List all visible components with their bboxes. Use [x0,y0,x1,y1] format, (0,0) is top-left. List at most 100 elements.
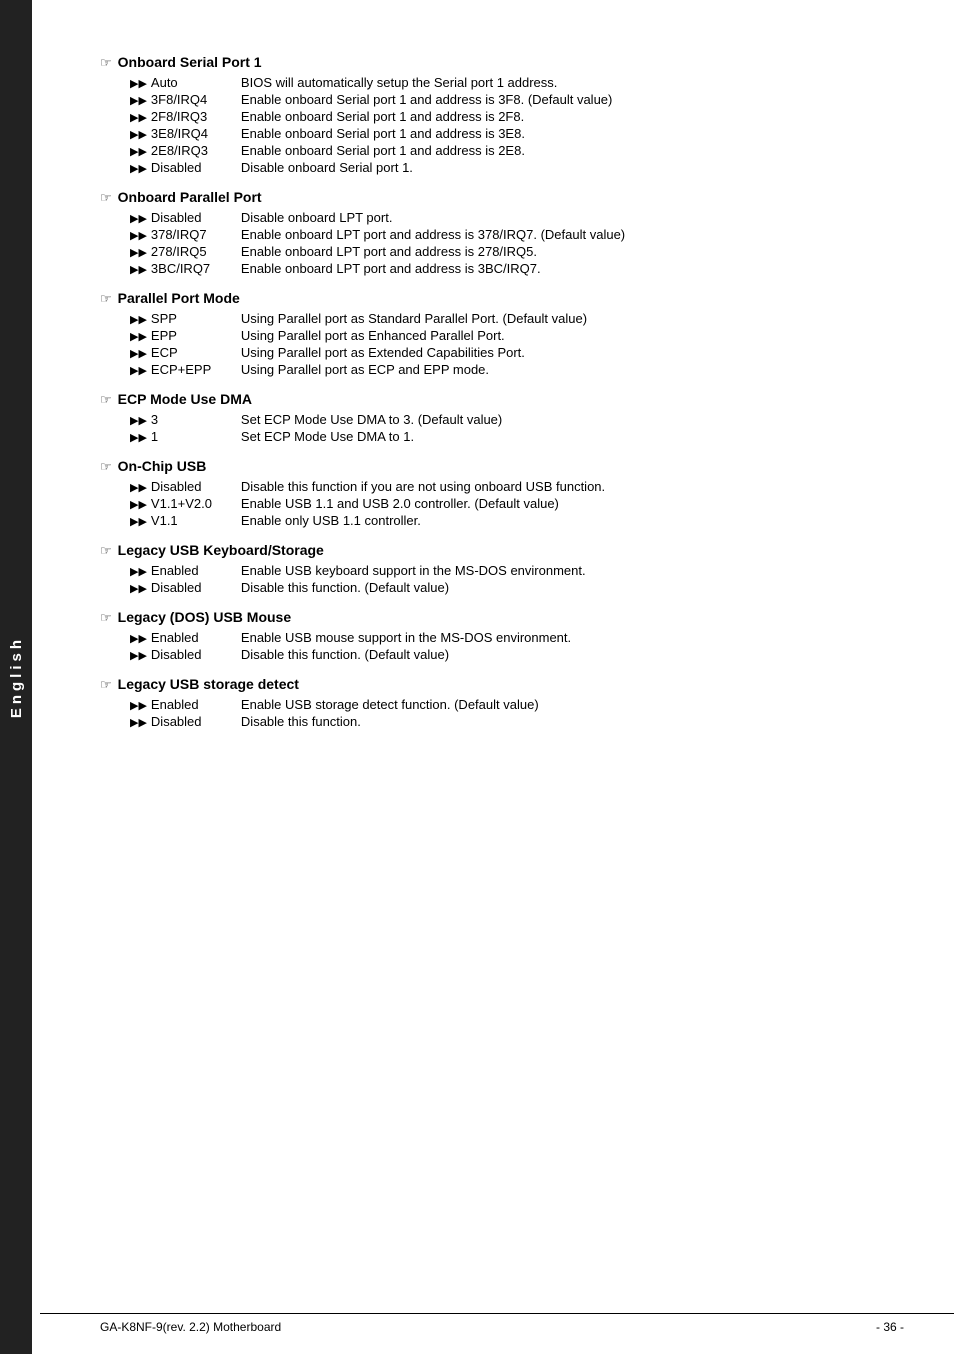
item-desc: Using Parallel port as Extended Capabili… [241,345,904,360]
section-header-legacy-usb-keyboard-storage: ☞Legacy USB Keyboard/Storage [100,542,904,559]
item-row: ▶▶EnabledEnable USB keyboard support in … [100,563,904,578]
item-bullet-icon: ▶▶ [130,582,147,595]
footer-right: - 36 - [876,1320,904,1334]
section-header-legacy-usb-storage-detect: ☞Legacy USB storage detect [100,676,904,693]
item-desc: Enable only USB 1.1 controller. [241,513,904,528]
item-bullet-icon: ▶▶ [130,313,147,326]
item-key: SPP [151,311,241,326]
item-key: Disabled [151,160,241,175]
section-title-ecp-mode-use-dma: ECP Mode Use DMA [118,391,252,407]
item-bullet-icon: ▶▶ [130,330,147,343]
item-bullet-icon: ▶▶ [130,515,147,528]
section-title-onboard-serial-port-1: Onboard Serial Port 1 [118,54,262,70]
item-row: ▶▶ AutoBIOS will automatically setup the … [100,75,904,90]
item-bullet-icon: ▶▶ [130,212,147,225]
item-bullet-icon: ▶▶ [130,498,147,511]
section-header-ecp-mode-use-dma: ☞ ECP Mode Use DMA [100,391,904,408]
item-bullet-icon: ▶▶ [130,128,147,141]
section-icon-ecp-mode-use-dma: ☞ [100,392,112,408]
item-bullet-icon: ▶▶ [130,649,147,662]
item-bullet-icon: ▶▶ [130,263,147,276]
side-tab: English [0,0,32,1354]
item-key: 3 [151,412,241,427]
item-bullet-icon: ▶▶ [130,229,147,242]
item-row: ▶▶V1.1Enable only USB 1.1 controller. [100,513,904,528]
item-key: ECP [151,345,241,360]
item-desc: Enable onboard LPT port and address is 2… [241,244,904,259]
item-desc: Set ECP Mode Use DMA to 3. (Default valu… [241,412,904,427]
item-desc: Disable onboard LPT port. [241,210,904,225]
item-row: ▶▶ V1.1+V2.0Enable USB 1.1 and USB 2.0 co… [100,496,904,511]
item-key: Auto [151,75,241,90]
section-header-parallel-port-mode: ☞ Parallel Port Mode [100,290,904,307]
item-key: Disabled [151,580,241,595]
item-bullet-icon: ▶▶ [130,364,147,377]
item-bullet-icon: ▶▶ [130,565,147,578]
item-desc: Using Parallel port as ECP and EPP mode. [241,362,904,377]
item-key: V1.1+V2.0 [151,496,241,511]
item-desc: Disable this function. [241,714,904,729]
item-desc: Disable this function if you are not usi… [241,479,904,494]
item-row: ▶▶ECPUsing Parallel port as Extended Cap… [100,345,904,360]
item-row: ▶▶ ECP+EPPUsing Parallel port as ECP and … [100,362,904,377]
item-desc: Enable USB 1.1 and USB 2.0 controller. (… [241,496,904,511]
item-bullet-icon: ▶▶ [130,414,147,427]
item-key: 3BC/IRQ7 [151,261,241,276]
side-tab-label: English [8,636,25,718]
item-desc: Disable this function. (Default value) [241,647,904,662]
item-row: ▶▶DisabledDisable this function. (Defaul… [100,647,904,662]
item-desc: BIOS will automatically setup the Serial… [241,75,904,90]
item-row: ▶▶3F8/IRQ4Enable onboard Serial port 1 a… [100,92,904,107]
item-row: ▶▶1Set ECP Mode Use DMA to 1. [100,429,904,444]
item-bullet-icon: ▶▶ [130,111,147,124]
item-bullet-icon: ▶▶ [130,716,147,729]
item-key: Disabled [151,479,241,494]
item-desc: Enable onboard Serial port 1 and address… [241,126,904,141]
item-key: Disabled [151,714,241,729]
section-title-parallel-port-mode: Parallel Port Mode [118,290,240,306]
item-row: ▶▶3BC/IRQ7Enable onboard LPT port and ad… [100,261,904,276]
item-key: 3F8/IRQ4 [151,92,241,107]
item-row: ▶▶EnabledEnable USB mouse support in the… [100,630,904,645]
section-header-on-chip-usb: ☞On-Chip USB [100,458,904,475]
section-header-onboard-serial-port-1: ☞Onboard Serial Port 1 [100,54,904,71]
item-desc: Using Parallel port as Standard Parallel… [241,311,904,326]
item-key: 278/IRQ5 [151,244,241,259]
section-icon-on-chip-usb: ☞ [100,459,112,475]
item-desc: Enable USB keyboard support in the MS-DO… [241,563,904,578]
item-bullet-icon: ▶▶ [130,77,147,90]
item-desc: Enable onboard LPT port and address is 3… [241,227,904,242]
section-icon-parallel-port-mode: ☞ [100,291,112,307]
item-key: 378/IRQ7 [151,227,241,242]
item-key: EPP [151,328,241,343]
item-key: 3E8/IRQ4 [151,126,241,141]
section-icon-legacy-dos-usb-mouse: ☞ [100,610,112,626]
item-desc: Enable onboard Serial port 1 and address… [241,143,904,158]
item-bullet-icon: ▶▶ [130,481,147,494]
item-row: ▶▶ 378/IRQ7Enable onboard LPT port and ad… [100,227,904,242]
item-desc: Set ECP Mode Use DMA to 1. [241,429,904,444]
sections-container: ☞Onboard Serial Port 1▶▶AutoBIOS will au… [100,54,904,729]
section-title-onboard-parallel-port: Onboard Parallel Port [118,189,262,205]
item-row: ▶▶DisabledDisable onboard LPT port. [100,210,904,225]
item-row: ▶▶EnabledEnable USB storage detect funct… [100,697,904,712]
section-title-legacy-usb-keyboard-storage: Legacy USB Keyboard/Storage [118,542,324,558]
item-key: ECP+EPP [151,362,241,377]
item-row: ▶▶ DisabledDisable this function. (Defaul… [100,580,904,595]
item-row: ▶▶ 3Set ECP Mode Use DMA to 3. (Default v… [100,412,904,427]
section-title-legacy-usb-storage-detect: Legacy USB storage detect [118,676,299,692]
section-icon-onboard-parallel-port: ☞ [100,190,112,206]
item-bullet-icon: ▶▶ [130,632,147,645]
footer: GA-K8NF-9(rev. 2.2) Motherboard - 36 - [40,1313,954,1334]
item-key: Enabled [151,630,241,645]
item-key: 2F8/IRQ3 [151,109,241,124]
item-row: ▶▶ 278/IRQ5Enable onboard LPT port and ad… [100,244,904,259]
item-row: ▶▶2E8/IRQ3Enable onboard Serial port 1 a… [100,143,904,158]
item-desc: Enable onboard Serial port 1 and address… [241,92,904,107]
footer-left: GA-K8NF-9(rev. 2.2) Motherboard [100,1320,281,1334]
item-desc: Disable onboard Serial port 1. [241,160,904,175]
item-bullet-icon: ▶▶ [130,246,147,259]
item-desc: Disable this function. (Default value) [241,580,904,595]
item-row: ▶▶DisabledDisable onboard Serial port 1. [100,160,904,175]
item-key: 1 [151,429,241,444]
